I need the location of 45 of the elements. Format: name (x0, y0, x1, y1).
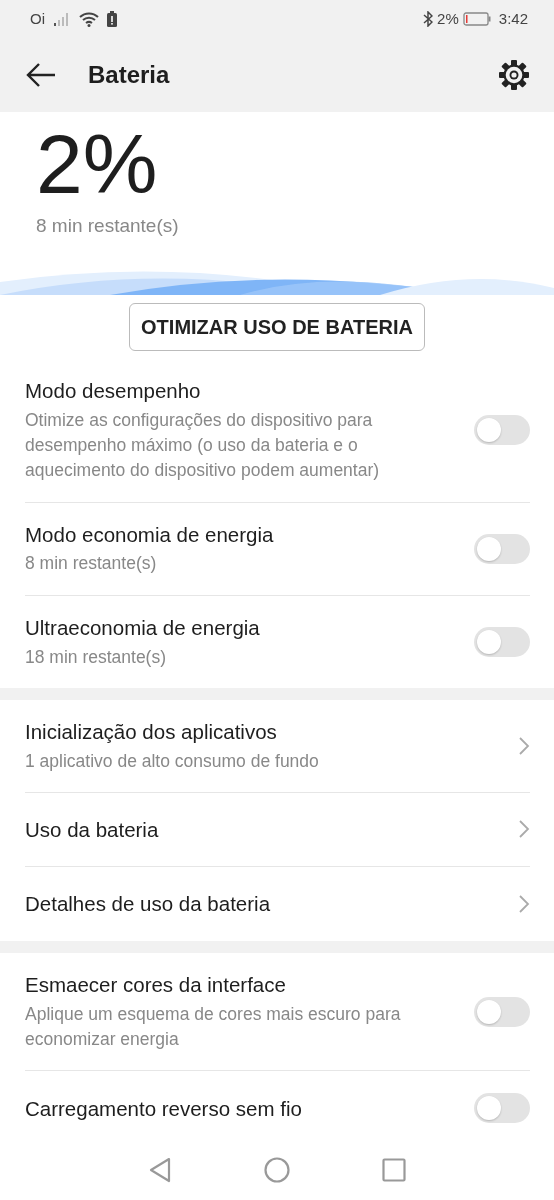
chevron-right-icon (518, 819, 530, 840)
back-nav-icon[interactable] (148, 1157, 172, 1183)
setting-title: Carregamento reverso sem fio (25, 1095, 303, 1122)
setting-description: 8 min restante(s) (25, 552, 158, 576)
home-nav-icon[interactable] (264, 1157, 290, 1183)
setting-description: Aplique um esquema de cores mais escuro para economizar energia (25, 1002, 402, 1051)
toggle-switch[interactable] (474, 996, 530, 1027)
settings-row[interactable]: Inicialização dos aplicativos 1 aplicativo de alto consumo de fundo (25, 699, 530, 793)
setting-title: Modo desempenho (25, 378, 202, 404)
setting-description: 1 aplicativo de alto consumo de fundo (25, 749, 320, 773)
settings-icon[interactable] (498, 59, 530, 91)
setting-description: Otimize as configurações do dispositivo para desempenho máximo (o uso da bateria e o aquecimento do dispositivo podem aumentar) (25, 408, 381, 483)
setting-title: Ultraeconomia de energia (25, 614, 261, 641)
setting-title: Inicialização dos aplicativos (25, 718, 278, 745)
settings-row[interactable]: Uso da bateria (25, 792, 530, 867)
toggle-switch[interactable] (474, 626, 530, 657)
remaining-time: 8 min restante(s) (36, 214, 180, 238)
settings-row[interactable]: Detalhes de uso da bateria (25, 866, 530, 941)
setting-title: Uso da bateria (25, 816, 160, 843)
battery-alert-icon (107, 11, 117, 27)
chevron-right-icon (518, 735, 530, 756)
carrier-name: Oi (30, 8, 45, 29)
optimize-button[interactable]: OTIMIZAR USO DE BATERIA (129, 303, 425, 351)
wifi-icon (79, 11, 99, 27)
page-title: Bateria (88, 60, 170, 90)
setting-description: 18 min restante(s) (25, 645, 168, 669)
battery-icon (462, 12, 491, 26)
toggle-switch[interactable] (474, 533, 530, 564)
settings-row[interactable]: Modo economia de energia 8 min restante(s) (25, 502, 530, 596)
settings-row[interactable]: Modo desempenho Otimize as configurações do dispositivo para desempenho máximo (o uso da bateria e o aquecimento do dispositivo podem aumentar) (25, 359, 530, 503)
bluetooth-icon (423, 11, 434, 27)
settings-row[interactable]: Ultraeconomia de energia 18 min restante(s) (25, 595, 530, 688)
chevron-right-icon (518, 893, 530, 914)
battery-level-text: 2% (36, 122, 159, 206)
recents-nav-icon[interactable] (382, 1158, 406, 1182)
setting-title: Modo economia de energia (25, 521, 275, 548)
battery-percent: 2% (437, 8, 459, 29)
setting-title: Detalhes de uso da bateria (25, 891, 272, 918)
setting-title: Esmaecer cores da interface (25, 971, 287, 998)
settings-row[interactable]: Esmaecer cores da interface Aplique um esquema de cores mais escuro para economizar energia (25, 952, 530, 1072)
toggle-switch[interactable] (474, 1093, 530, 1124)
signal-icon (53, 12, 71, 26)
toggle-switch[interactable] (474, 415, 530, 446)
settings-row[interactable]: Carregamento reverso sem fio (25, 1071, 530, 1140)
clock-time: 3:42 (498, 8, 528, 29)
